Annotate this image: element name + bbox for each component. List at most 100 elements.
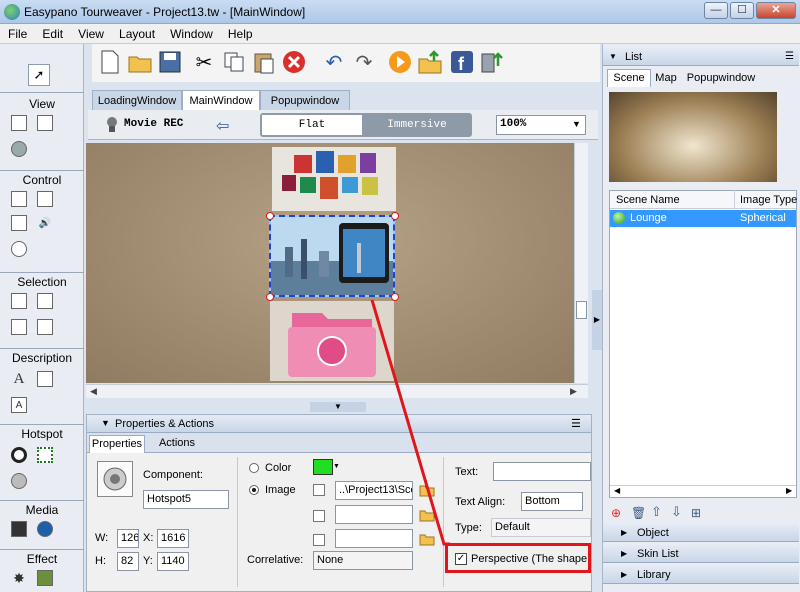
redo-icon[interactable]: ↷ bbox=[350, 48, 378, 76]
x-input[interactable]: 1616 bbox=[157, 529, 189, 548]
play-icon[interactable] bbox=[386, 48, 414, 76]
lens-flare-icon[interactable] bbox=[37, 570, 53, 586]
menu-window[interactable]: Window bbox=[164, 24, 219, 44]
scroll-left-icon[interactable]: ◀ bbox=[90, 386, 97, 397]
scroll-left-icon[interactable]: ◀ bbox=[614, 486, 620, 495]
publish-icon[interactable] bbox=[416, 48, 444, 76]
paste-icon[interactable] bbox=[250, 48, 278, 76]
panel-menu-icon[interactable]: ☰ bbox=[785, 48, 794, 66]
color-radio[interactable] bbox=[249, 463, 259, 473]
type-select[interactable]: Default bbox=[491, 518, 591, 537]
image-radio[interactable] bbox=[249, 485, 259, 495]
scene-settings-icon[interactable]: ⊞ bbox=[691, 506, 701, 520]
minimize-button[interactable]: — bbox=[704, 2, 728, 19]
library-panel-header[interactable]: ▶ Library bbox=[603, 566, 799, 584]
correlative-select[interactable]: None bbox=[313, 551, 413, 570]
resize-handle-br[interactable] bbox=[391, 293, 399, 301]
select-arrow-icon[interactable]: ➚ bbox=[28, 64, 50, 86]
view-sphere-icon[interactable] bbox=[11, 141, 27, 157]
image-icon[interactable] bbox=[37, 371, 53, 387]
tab-mainwindow[interactable]: MainWindow bbox=[182, 90, 260, 111]
text-icon[interactable]: A bbox=[11, 371, 27, 387]
tab-scene[interactable]: Scene bbox=[607, 69, 651, 87]
expand-arrow-icon[interactable]: ▶ bbox=[621, 545, 627, 563]
control-compass-icon[interactable] bbox=[11, 241, 27, 257]
resize-handle-tl[interactable] bbox=[266, 212, 274, 220]
height-input[interactable]: 82 bbox=[117, 552, 139, 571]
component-name-input[interactable]: Hotspot5 bbox=[143, 490, 229, 509]
tab-popupwindow[interactable]: Popupwindow bbox=[683, 70, 759, 86]
collapse-handle[interactable]: ▼ bbox=[310, 402, 366, 412]
new-file-icon[interactable] bbox=[96, 48, 124, 76]
add-scene-icon[interactable]: ⊕ bbox=[611, 506, 621, 520]
export-icon[interactable] bbox=[478, 48, 506, 76]
scroll-right-icon[interactable]: ▶ bbox=[570, 386, 577, 397]
browse-folder-icon[interactable] bbox=[419, 508, 435, 522]
save-icon[interactable] bbox=[156, 48, 184, 76]
tab-properties[interactable]: Properties bbox=[89, 435, 145, 453]
sun-effect-icon[interactable]: ✸ bbox=[11, 570, 27, 586]
text-input[interactable] bbox=[493, 462, 591, 481]
undo-icon[interactable]: ↶ bbox=[320, 48, 348, 76]
scroll-thumb[interactable] bbox=[576, 301, 587, 319]
col-image-type[interactable]: Image Type bbox=[740, 194, 797, 206]
selection-dropdown-icon[interactable] bbox=[37, 293, 53, 309]
cut-icon[interactable]: ✂ bbox=[190, 48, 218, 76]
selection-thumbnail-icon[interactable] bbox=[11, 293, 27, 309]
scene-thumbnail-art[interactable] bbox=[272, 147, 396, 211]
perspective-checkbox[interactable]: ✓ bbox=[455, 553, 467, 565]
tab-actions[interactable]: Actions bbox=[151, 437, 203, 449]
col-scene-name[interactable]: Scene Name bbox=[616, 194, 680, 206]
flat-mode-button[interactable]: Flat bbox=[262, 115, 362, 135]
movie-rec-button[interactable]: Movie REC bbox=[124, 118, 183, 130]
close-button[interactable]: ✕ bbox=[756, 2, 796, 19]
y-input[interactable]: 1140 bbox=[157, 552, 189, 571]
video-icon[interactable] bbox=[11, 521, 27, 537]
delete-icon[interactable] bbox=[280, 48, 308, 76]
browse-folder-icon[interactable] bbox=[419, 532, 435, 546]
image-path-input[interactable]: ..\Project13\Sce bbox=[335, 481, 413, 500]
selected-hotspot[interactable] bbox=[269, 215, 395, 297]
copy-icon[interactable] bbox=[220, 48, 248, 76]
menu-file[interactable]: File bbox=[0, 24, 33, 44]
back-arrow-icon[interactable]: ⇦ bbox=[216, 116, 238, 135]
tab-popupwindow[interactable]: Popupwindow bbox=[260, 90, 350, 110]
expand-arrow-icon[interactable]: ▶ bbox=[621, 524, 627, 542]
color-dropdown-icon[interactable]: ▼ bbox=[333, 463, 340, 470]
maximize-button[interactable]: ☐ bbox=[730, 2, 754, 19]
panel-menu-icon[interactable]: ☰ bbox=[571, 417, 581, 430]
design-canvas[interactable] bbox=[86, 143, 588, 383]
width-input[interactable]: 126 bbox=[117, 529, 139, 548]
collapse-arrow-icon[interactable]: ▼ bbox=[101, 418, 110, 428]
flash-icon[interactable] bbox=[37, 521, 53, 537]
table-row[interactable]: Lounge Spherical bbox=[610, 210, 796, 227]
tab-loadingwindow[interactable]: LoadingWindow bbox=[92, 90, 182, 110]
menu-help[interactable]: Help bbox=[222, 24, 259, 44]
selection-map-icon[interactable] bbox=[37, 319, 53, 335]
move-down-icon[interactable]: ⇩ bbox=[671, 504, 682, 520]
hotspot-polygon-icon[interactable] bbox=[37, 447, 53, 463]
resize-handle-bl[interactable] bbox=[266, 293, 274, 301]
facebook-icon[interactable]: f bbox=[448, 48, 476, 76]
image-click-input[interactable] bbox=[335, 529, 413, 548]
browse-folder-icon[interactable] bbox=[419, 483, 435, 497]
scroll-right-icon[interactable]: ▶ bbox=[786, 486, 792, 495]
textbox-icon[interactable]: A bbox=[11, 397, 27, 413]
scene-thumbnail-folder[interactable] bbox=[270, 301, 394, 381]
view-window-icon[interactable] bbox=[11, 115, 27, 131]
move-up-icon[interactable]: ⇧ bbox=[651, 504, 662, 520]
expand-arrow-icon[interactable]: ▶ bbox=[621, 566, 627, 584]
collapse-arrow-icon[interactable]: ▼ bbox=[609, 48, 617, 66]
menu-edit[interactable]: Edit bbox=[36, 24, 69, 44]
view-image-icon[interactable] bbox=[37, 115, 53, 131]
immersive-mode-button[interactable]: Immersive bbox=[364, 115, 470, 135]
hotspot-flag-icon[interactable] bbox=[11, 473, 27, 489]
color-swatch[interactable] bbox=[313, 459, 333, 475]
object-panel-header[interactable]: ▶ Object bbox=[603, 524, 799, 542]
menu-layout[interactable]: Layout bbox=[113, 24, 161, 44]
table-scrollbar[interactable]: ◀ ▶ bbox=[610, 485, 796, 497]
skin-list-panel-header[interactable]: ▶ Skin List bbox=[603, 545, 799, 563]
canvas-scrollbar-horizontal[interactable]: ◀ ▶ bbox=[86, 384, 588, 398]
control-slider-icon[interactable] bbox=[11, 215, 27, 231]
control-button-icon[interactable] bbox=[11, 191, 27, 207]
